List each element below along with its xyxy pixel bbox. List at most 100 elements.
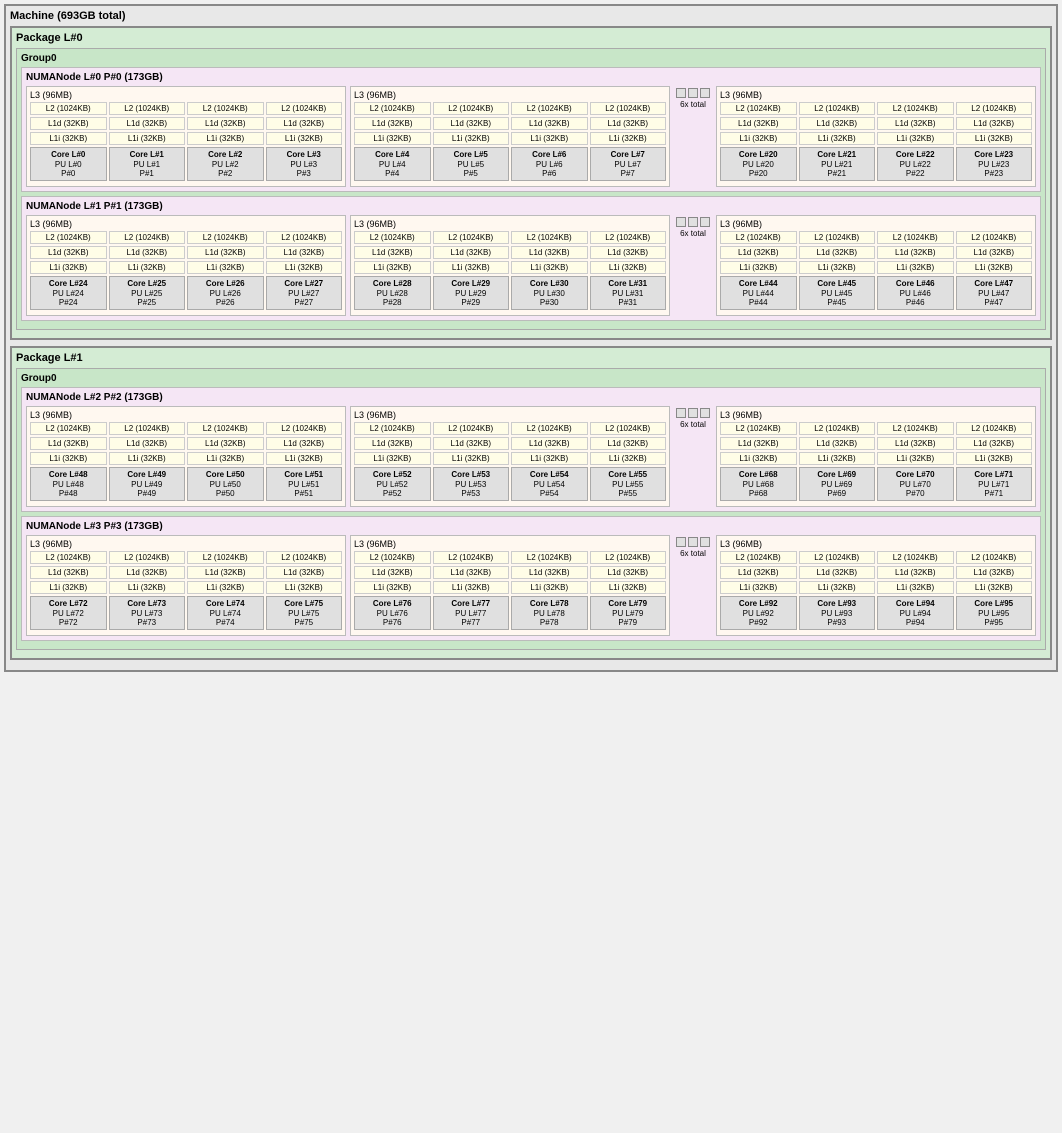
indicator-boxes (676, 408, 710, 418)
l1i-cell: L1i (32KB) (877, 132, 954, 145)
l1i-cell: L1i (32KB) (433, 452, 510, 465)
indicator-box (676, 88, 686, 98)
l2-cell: L2 (1024KB) (720, 551, 797, 564)
core-label: Core L#93 (802, 599, 873, 608)
l1i-cell: L1i (32KB) (956, 452, 1033, 465)
pu-label: PU L#69P#69 (802, 480, 873, 498)
l1d-cell: L1d (32KB) (266, 117, 343, 130)
l2-cell: L2 (1024KB) (187, 102, 264, 115)
l2-row: L2 (1024KB)L2 (1024KB)L2 (1024KB)L2 (102… (30, 422, 342, 435)
core-cell: Core L#6PU L#6P#6 (511, 147, 588, 181)
cache-section: L3 (96MB)L2 (1024KB)L2 (1024KB)L2 (1024K… (350, 215, 670, 316)
l1d-cell: L1d (32KB) (956, 246, 1033, 259)
pu-label: PU L#75P#75 (269, 609, 340, 627)
l1d-row: L1d (32KB)L1d (32KB)L1d (32KB)L1d (32KB) (354, 246, 666, 259)
indicator-box (688, 537, 698, 547)
indicator-box (700, 537, 710, 547)
l3-label: L3 (96MB) (30, 219, 342, 229)
l2-cell: L2 (1024KB) (590, 102, 667, 115)
core-label: Core L#54 (514, 470, 585, 479)
core-cell: Core L#72PU L#72P#72 (30, 596, 107, 630)
core-row: Core L#0PU L#0P#0Core L#1PU L#1P#1Core L… (30, 147, 342, 181)
l2-cell: L2 (1024KB) (266, 231, 343, 244)
l1d-row: L1d (32KB)L1d (32KB)L1d (32KB)L1d (32KB) (30, 566, 342, 579)
l1d-row: L1d (32KB)L1d (32KB)L1d (32KB)L1d (32KB) (30, 246, 342, 259)
core-label: Core L#51 (269, 470, 340, 479)
l1d-row: L1d (32KB)L1d (32KB)L1d (32KB)L1d (32KB) (354, 437, 666, 450)
core-cell: Core L#54PU L#54P#54 (511, 467, 588, 501)
l3-label: L3 (96MB) (30, 410, 342, 420)
l1i-cell: L1i (32KB) (799, 452, 876, 465)
l1d-cell: L1d (32KB) (799, 566, 876, 579)
l1i-cell: L1i (32KB) (187, 132, 264, 145)
pu-label: PU L#54P#54 (514, 480, 585, 498)
l2-cell: L2 (1024KB) (799, 231, 876, 244)
core-label: Core L#50 (190, 470, 261, 479)
l1i-row: L1i (32KB)L1i (32KB)L1i (32KB)L1i (32KB) (720, 581, 1032, 594)
core-label: Core L#53 (436, 470, 507, 479)
l1d-cell: L1d (32KB) (187, 246, 264, 259)
l1d-cell: L1d (32KB) (511, 437, 588, 450)
l2-cell: L2 (1024KB) (187, 231, 264, 244)
l1d-cell: L1d (32KB) (720, 246, 797, 259)
machine-title: Machine (693GB total) (10, 10, 1052, 22)
core-cell: Core L#76PU L#76P#76 (354, 596, 431, 630)
core-label: Core L#71 (959, 470, 1030, 479)
l1d-cell: L1d (32KB) (720, 566, 797, 579)
l1d-cell: L1d (32KB) (511, 566, 588, 579)
l1d-cell: L1d (32KB) (30, 246, 107, 259)
numa-node: NUMANode L#3 P#3 (173GB)L3 (96MB)L2 (102… (21, 516, 1041, 641)
pu-label: PU L#2P#2 (190, 160, 261, 178)
indicator-box (688, 88, 698, 98)
pu-label: PU L#92P#92 (723, 609, 794, 627)
l2-cell: L2 (1024KB) (720, 422, 797, 435)
l1d-cell: L1d (32KB) (511, 246, 588, 259)
core-label: Core L#24 (33, 279, 104, 288)
l1d-cell: L1d (32KB) (187, 437, 264, 450)
pu-label: PU L#25P#25 (112, 289, 183, 307)
pu-label: PU L#95P#95 (959, 609, 1030, 627)
l1d-cell: L1d (32KB) (877, 117, 954, 130)
pu-label: PU L#55P#55 (593, 480, 664, 498)
l1d-row: L1d (32KB)L1d (32KB)L1d (32KB)L1d (32KB) (720, 117, 1032, 130)
machine-box: Machine (693GB total) Package L#0Group0N… (4, 4, 1058, 672)
numa-node: NUMANode L#1 P#1 (173GB)L3 (96MB)L2 (102… (21, 196, 1041, 321)
l1i-cell: L1i (32KB) (266, 581, 343, 594)
core-cell: Core L#77PU L#77P#77 (433, 596, 510, 630)
core-label: Core L#1 (112, 150, 183, 159)
cache-section: L3 (96MB)L2 (1024KB)L2 (1024KB)L2 (1024K… (26, 215, 346, 316)
pu-label: PU L#46P#46 (880, 289, 951, 307)
numa-node: NUMANode L#2 P#2 (173GB)L3 (96MB)L2 (102… (21, 387, 1041, 512)
l2-cell: L2 (1024KB) (877, 102, 954, 115)
l2-cell: L2 (1024KB) (30, 422, 107, 435)
l1d-cell: L1d (32KB) (187, 117, 264, 130)
l2-cell: L2 (1024KB) (109, 231, 186, 244)
l1i-row: L1i (32KB)L1i (32KB)L1i (32KB)L1i (32KB) (354, 452, 666, 465)
indicator-box (676, 537, 686, 547)
core-label: Core L#6 (514, 150, 585, 159)
l2-row: L2 (1024KB)L2 (1024KB)L2 (1024KB)L2 (102… (720, 422, 1032, 435)
l3-label: L3 (96MB) (720, 90, 1032, 100)
l1d-cell: L1d (32KB) (956, 437, 1033, 450)
l2-cell: L2 (1024KB) (187, 551, 264, 564)
core-cell: Core L#22PU L#22P#22 (877, 147, 954, 181)
l2-cell: L2 (1024KB) (433, 102, 510, 115)
core-row: Core L#76PU L#76P#76Core L#77PU L#77P#77… (354, 596, 666, 630)
l1i-row: L1i (32KB)L1i (32KB)L1i (32KB)L1i (32KB) (720, 452, 1032, 465)
l2-cell: L2 (1024KB) (433, 551, 510, 564)
l3-label: L3 (96MB) (720, 539, 1032, 549)
l1d-row: L1d (32KB)L1d (32KB)L1d (32KB)L1d (32KB) (720, 437, 1032, 450)
l2-cell: L2 (1024KB) (511, 422, 588, 435)
core-label: Core L#20 (723, 150, 794, 159)
pu-label: PU L#20P#20 (723, 160, 794, 178)
core-label: Core L#77 (436, 599, 507, 608)
l1i-cell: L1i (32KB) (433, 581, 510, 594)
l2-cell: L2 (1024KB) (956, 422, 1033, 435)
l1i-cell: L1i (32KB) (187, 581, 264, 594)
core-row: Core L#52PU L#52P#52Core L#53PU L#53P#53… (354, 467, 666, 501)
core-cell: Core L#0PU L#0P#0 (30, 147, 107, 181)
l3-label: L3 (96MB) (354, 90, 666, 100)
l2-cell: L2 (1024KB) (511, 102, 588, 115)
core-label: Core L#55 (593, 470, 664, 479)
core-label: Core L#29 (436, 279, 507, 288)
